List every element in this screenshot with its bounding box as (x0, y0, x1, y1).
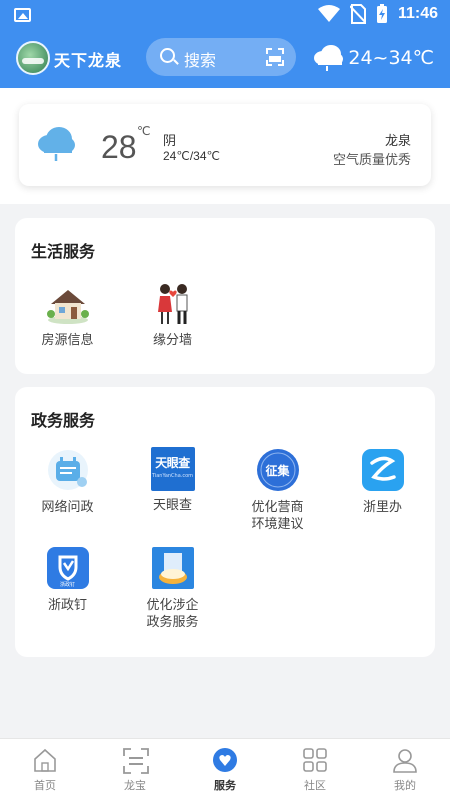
nav-home[interactable]: 首页 (0, 747, 90, 793)
service-tianyancha[interactable]: 天眼查 TianYanCha.com 天眼查 (120, 447, 225, 514)
zheliban-icon (360, 447, 406, 493)
app-logo[interactable] (16, 41, 50, 75)
grid-icon (302, 747, 328, 773)
service-heart-icon (212, 747, 238, 773)
collect-icon: 征集 (255, 447, 301, 493)
life-services-section: 生活服务 房源信息 缘分墙 (15, 218, 435, 374)
weather-card[interactable]: 28 ℃ 阴 24℃/34℃ 龙泉 空气质量优秀 (19, 104, 431, 186)
nav-mine[interactable]: 我的 (360, 747, 450, 793)
weather-condition: 阴 (163, 134, 177, 149)
nav-label: 首页 (34, 779, 56, 792)
service-label: 网络问政 (41, 500, 94, 515)
temperature-range: 24℃/34℃ (163, 149, 220, 163)
service-label-line1: 优化涉企 (146, 598, 199, 613)
bottom-nav: 首页 龙宝 服务 社区 我的 (0, 738, 450, 800)
tianyancha-icon: 天眼查 TianYanCha.com (150, 447, 195, 491)
service-enterprise-gov[interactable]: 优化涉企 政务服务 (120, 545, 225, 631)
service-label-line1: 优化营商 (251, 500, 304, 515)
tianyancha-logo-text: 天眼查 (155, 456, 190, 470)
user-icon (392, 747, 418, 773)
header-weather-range: 24~34℃ (348, 47, 434, 69)
status-bar: 11:46 (0, 0, 450, 32)
cloud-rain-icon (38, 127, 75, 161)
city-name: 龙泉 (384, 134, 411, 149)
section-title: 政务服务 (31, 411, 96, 430)
nav-label: 龙宝 (124, 779, 146, 792)
nav-longbao[interactable]: 龙宝 (90, 747, 180, 793)
service-house-info[interactable]: 房源信息 (15, 280, 120, 349)
service-business-env-advice[interactable]: 征集 优化营商 环境建议 (225, 447, 330, 533)
service-label: 浙里办 (362, 500, 402, 515)
house-icon (45, 280, 91, 326)
nav-label: 我的 (394, 779, 416, 792)
section-title: 生活服务 (31, 242, 96, 261)
nav-community[interactable]: 社区 (270, 747, 360, 793)
search-icon (160, 48, 175, 63)
brand-name: 天下龙泉 (54, 51, 123, 70)
service-label-line2: 环境建议 (251, 517, 304, 532)
service-zhezhengding[interactable]: 浙政钉 浙政钉 (15, 545, 120, 614)
wifi-icon (317, 5, 340, 22)
service-online-inquiry[interactable]: 网络问政 (15, 447, 120, 516)
cloud-rain-icon (314, 45, 344, 71)
service-label: 房源信息 (41, 333, 94, 348)
enterprise-icon (150, 545, 196, 591)
status-time: 11:46 (397, 5, 438, 22)
collect-badge-text: 征集 (265, 464, 290, 478)
service-fate-wall[interactable]: 缘分墙 (120, 280, 225, 349)
nav-label: 社区 (304, 779, 326, 792)
scan-frame-icon (122, 747, 149, 774)
header-weather[interactable]: 24~34℃ (312, 44, 434, 72)
service-label: 天眼查 (152, 498, 192, 513)
search-placeholder: 搜索 (184, 51, 217, 70)
home-icon (32, 747, 58, 773)
tianyancha-logo-sub: TianYanCha.com (151, 473, 194, 479)
current-temperature: 28 (101, 129, 137, 165)
nav-label: 服务 (214, 779, 236, 792)
service-label: 浙政钉 (47, 598, 87, 613)
service-label: 缘分墙 (152, 333, 192, 348)
temperature-unit: ℃ (137, 124, 151, 138)
battery-icon (376, 4, 387, 23)
chat-bot-icon (45, 447, 91, 493)
zhezhengding-icon: 浙政钉 (45, 545, 91, 591)
image-notification-icon (14, 8, 31, 22)
no-sim-icon (349, 4, 366, 24)
air-quality: 空气质量优秀 (332, 153, 411, 168)
couple-icon (150, 280, 196, 326)
search-bar[interactable]: 搜索 (146, 38, 296, 76)
service-zheliban[interactable]: 浙里办 (330, 447, 435, 516)
scan-icon[interactable] (266, 48, 284, 66)
service-label-line2: 政务服务 (146, 615, 199, 630)
zhezhengding-logo-text: 浙政钉 (59, 582, 75, 588)
gov-services-section: 政务服务 网络问政 天眼查 TianYanCha.com 天眼查 征集 优化营商… (15, 387, 435, 657)
nav-service[interactable]: 服务 (180, 747, 270, 793)
